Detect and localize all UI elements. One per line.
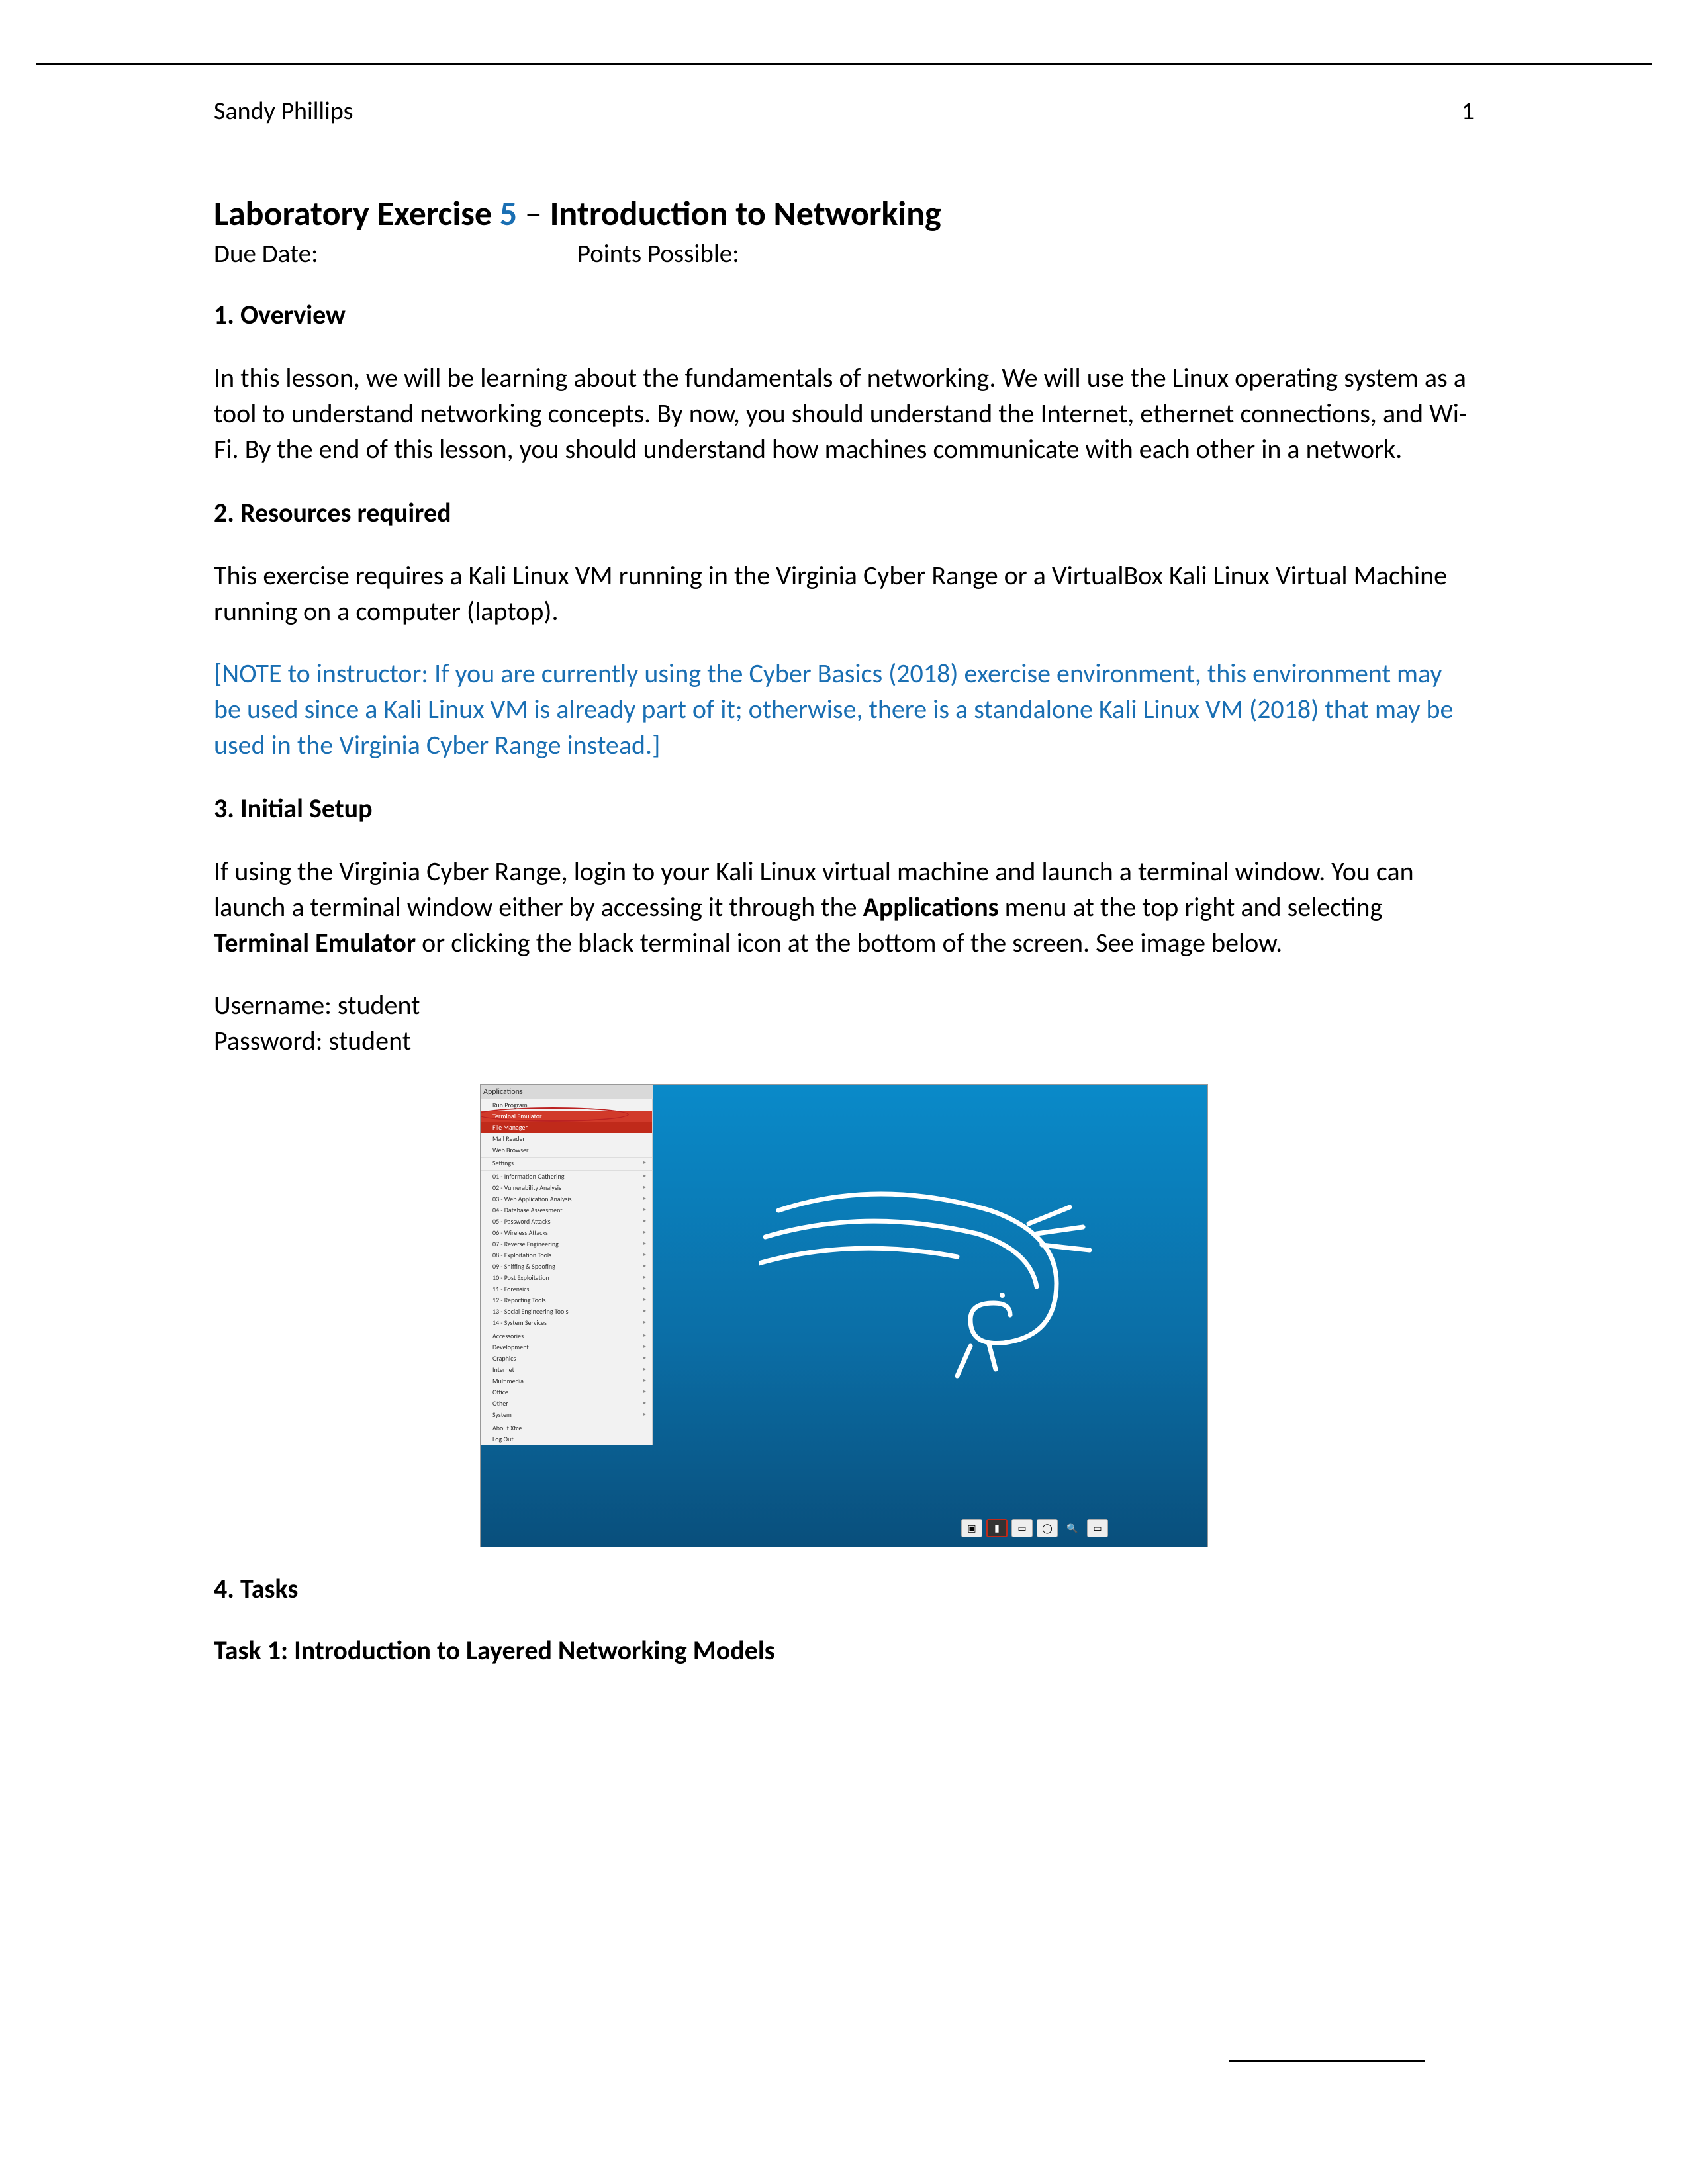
taskbar-item: ▣	[961, 1519, 982, 1537]
menu-log-out: Log Out	[481, 1433, 652, 1445]
taskbar-item: ▭	[1087, 1519, 1108, 1537]
section-setup-heading: 3. Initial Setup	[214, 792, 1474, 825]
resources-text: This exercise requires a Kali Linux VM r…	[214, 558, 1474, 629]
taskbar-terminal-icon: ▮	[986, 1519, 1008, 1537]
document-body: Laboratory Exercise 5 – Introduction to …	[214, 192, 1474, 1666]
menu-mail-reader: Mail Reader	[481, 1133, 652, 1144]
applications-bold: Applications	[863, 891, 999, 923]
page-title: Laboratory Exercise 5 – Introduction to …	[214, 192, 1474, 234]
taskbar: ▣ ▮ ▭ ◯ 🔍 ▭	[961, 1519, 1108, 1537]
menu-internet: Internet▸	[481, 1364, 652, 1375]
menu-13: 13 - Social Engineering Tools▸	[481, 1306, 652, 1317]
applications-menu-header: Applications	[481, 1085, 653, 1099]
taskbar-item: ▭	[1011, 1519, 1033, 1537]
title-number: 5	[500, 192, 517, 234]
menu-terminal-emulator: Terminal Emulator	[481, 1111, 652, 1122]
menu-file-manager: File Manager	[481, 1122, 652, 1133]
section-tasks-heading: 4. Tasks	[214, 1572, 1474, 1605]
title-pre: Laboratory Exercise	[214, 192, 500, 234]
section-overview-heading: 1. Overview	[214, 298, 1474, 331]
menu-multimedia: Multimedia▸	[481, 1375, 652, 1387]
due-date-label: Due Date:	[214, 238, 571, 269]
section-resources-heading: 2. Resources required	[214, 496, 1474, 529]
setup-b: menu at the top right and selecting	[999, 891, 1383, 923]
taskbar-search-icon: 🔍	[1062, 1519, 1083, 1537]
points-label: Points Possible:	[577, 238, 739, 269]
menu-office: Office▸	[481, 1387, 652, 1398]
applications-menu-panel: Run Program Terminal Emulator File Manag…	[481, 1099, 653, 1445]
menu-08: 08 - Exploitation Tools▸	[481, 1250, 652, 1261]
menu-09: 09 - Sniffing & Spoofing▸	[481, 1261, 652, 1272]
menu-system: System▸	[481, 1409, 652, 1420]
menu-07: 07 - Reverse Engineering▸	[481, 1238, 652, 1250]
setup-text: If using the Virginia Cyber Range, login…	[214, 854, 1474, 961]
menu-accessories: Accessories▸	[481, 1330, 652, 1342]
menu-14: 14 - System Services▸	[481, 1317, 652, 1328]
kali-screenshot: Applications Run Program Terminal Emulat…	[480, 1084, 1208, 1547]
page-number: 1	[1462, 96, 1474, 126]
overview-text: In this lesson, we will be learning abou…	[214, 360, 1474, 467]
menu-06: 06 - Wireless Attacks▸	[481, 1227, 652, 1238]
header-rule	[36, 63, 1652, 65]
menu-graphics: Graphics▸	[481, 1353, 652, 1364]
menu-05: 05 - Password Attacks▸	[481, 1216, 652, 1227]
title-post: Introduction to Networking	[550, 192, 941, 234]
title-dash: –	[517, 192, 549, 234]
menu-about-xfce: About Xfce	[481, 1422, 652, 1433]
taskbar-item: ◯	[1037, 1519, 1058, 1537]
menu-11: 11 - Forensics▸	[481, 1283, 652, 1295]
footer-rule	[1229, 2060, 1425, 2062]
menu-other: Other▸	[481, 1398, 652, 1409]
menu-10: 10 - Post Exploitation▸	[481, 1272, 652, 1283]
author-name: Sandy Phillips	[214, 96, 353, 126]
menu-settings: Settings▸	[481, 1157, 652, 1169]
password-line: Password: student	[214, 1023, 1474, 1059]
screenshot-wrap: Applications Run Program Terminal Emulat…	[214, 1084, 1474, 1547]
task-1-heading: Task 1: Introduction to Layered Networki…	[214, 1634, 1474, 1666]
username-line: Username: student	[214, 987, 1474, 1023]
menu-web-browser: Web Browser	[481, 1144, 652, 1156]
terminal-emulator-bold: Terminal Emulator	[214, 927, 416, 959]
menu-03: 03 - Web Application Analysis▸	[481, 1193, 652, 1205]
menu-12: 12 - Reporting Tools▸	[481, 1295, 652, 1306]
kali-dragon-logo	[759, 1171, 1103, 1383]
menu-run-program: Run Program	[481, 1099, 652, 1111]
menu-04: 04 - Database Assessment▸	[481, 1205, 652, 1216]
instructor-note: [NOTE to instructor: If you are currentl…	[214, 656, 1474, 763]
menu-development: Development▸	[481, 1342, 652, 1353]
header-row: Sandy Phillips 1	[214, 96, 1474, 126]
menu-01: 01 - Information Gathering▸	[481, 1170, 652, 1182]
menu-02: 02 - Vulnerability Analysis▸	[481, 1182, 652, 1193]
meta-row: Due Date: Points Possible:	[214, 238, 1474, 269]
setup-c: or clicking the black terminal icon at t…	[416, 927, 1282, 959]
